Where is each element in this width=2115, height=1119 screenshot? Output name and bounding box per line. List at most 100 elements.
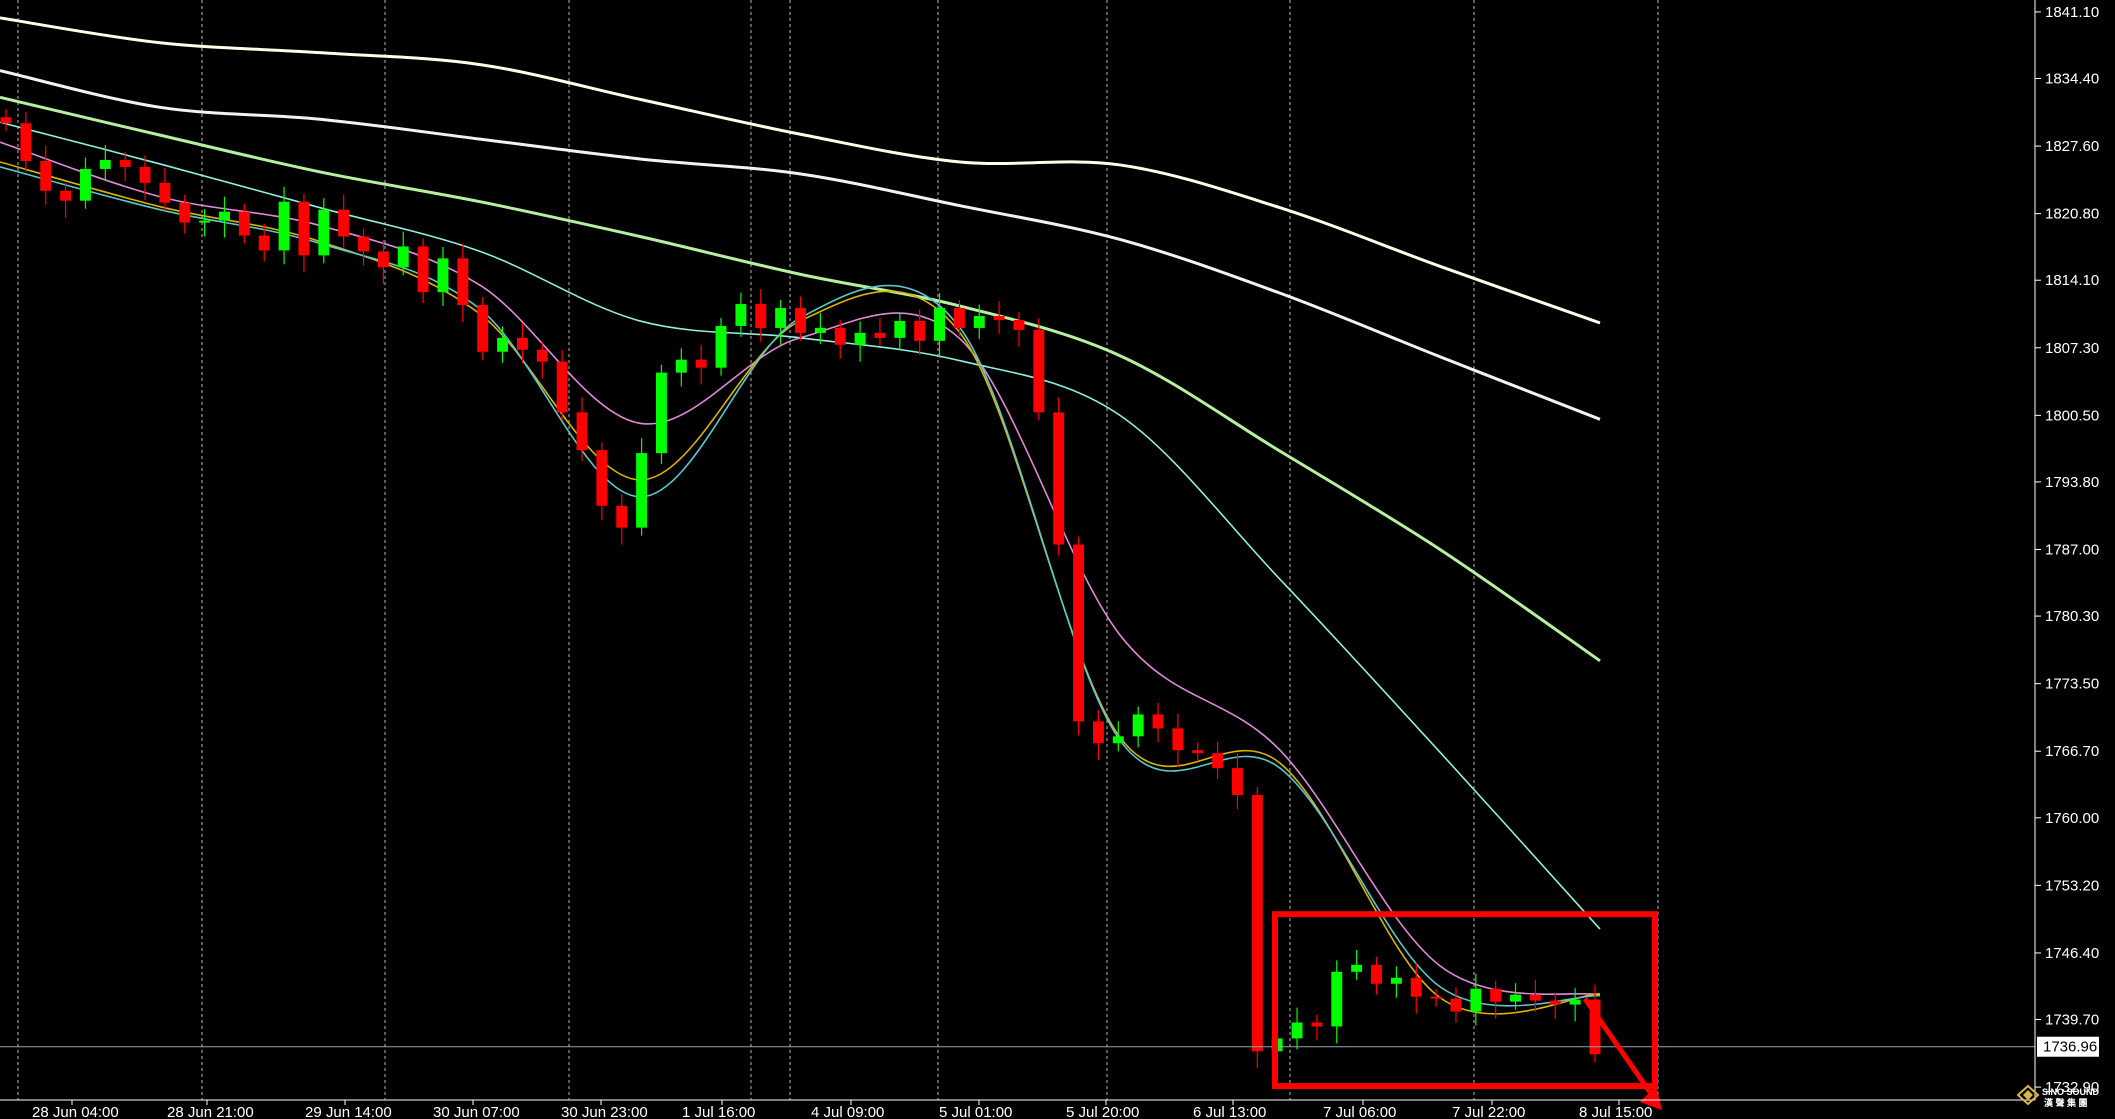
x-tick-label: 4 Jul 09:00 xyxy=(811,1104,884,1119)
x-tick-label: 8 Jul 15:00 xyxy=(1579,1104,1652,1119)
candle-body xyxy=(1251,794,1263,1052)
candle-body xyxy=(159,182,171,203)
candle-body xyxy=(1073,544,1085,722)
candle-body xyxy=(258,235,270,251)
candle-body xyxy=(377,251,389,268)
candle-body xyxy=(1510,994,1522,1002)
candle-body xyxy=(536,349,548,362)
y-tick-label: 1841.10 xyxy=(2045,4,2099,21)
candle-body xyxy=(1013,319,1025,330)
candle-body xyxy=(894,320,906,338)
candle-body xyxy=(1132,714,1144,737)
candle-body xyxy=(735,304,747,326)
candle-body xyxy=(556,361,568,413)
x-tick-label: 28 Jun 04:00 xyxy=(32,1104,119,1119)
y-tick-label: 1800.50 xyxy=(2045,407,2099,424)
candle-body xyxy=(99,159,111,169)
candle-body xyxy=(953,308,965,328)
candle-body xyxy=(338,209,350,237)
y-tick-label: 1739.70 xyxy=(2045,1012,2099,1029)
y-tick-label: 1820.80 xyxy=(2045,206,2099,223)
x-tick-label: 7 Jul 06:00 xyxy=(1323,1104,1396,1119)
candle-body xyxy=(179,202,191,223)
candle-body xyxy=(1053,412,1065,545)
y-tick-label: 1766.70 xyxy=(2045,743,2099,760)
x-tick-label: 29 Jun 14:00 xyxy=(305,1104,392,1119)
candle-body xyxy=(814,327,826,333)
x-tick-label: 5 Jul 20:00 xyxy=(1066,1104,1139,1119)
candle-body xyxy=(1351,964,1363,972)
watermark-brand: SINO SOUND xyxy=(2042,1087,2100,1097)
candle-body xyxy=(715,325,727,368)
candle-body xyxy=(79,168,91,201)
candle-body xyxy=(1331,971,1343,1027)
candle-body xyxy=(1549,1000,1561,1005)
x-tick-label: 5 Jul 01:00 xyxy=(939,1104,1012,1119)
candle-body xyxy=(457,258,469,306)
candle-body xyxy=(636,453,648,528)
candle-body xyxy=(358,236,369,252)
candle-body xyxy=(139,166,151,183)
candle-body xyxy=(1529,994,1541,1001)
candle-body xyxy=(795,308,806,333)
candle-body xyxy=(60,190,72,201)
chart-background xyxy=(0,0,2115,1119)
candle-body xyxy=(1371,964,1382,984)
candle-body xyxy=(675,359,687,373)
candle-body xyxy=(1450,998,1462,1012)
candle-body xyxy=(1112,736,1124,744)
x-tick-label: 7 Jul 22:00 xyxy=(1452,1104,1525,1119)
candle-body xyxy=(238,211,250,236)
x-tick-label: 1 Jul 16:00 xyxy=(682,1104,755,1119)
x-tick-label: 6 Jul 13:00 xyxy=(1193,1104,1266,1119)
candle-body xyxy=(656,372,667,454)
candle-body xyxy=(20,123,32,161)
candle-body xyxy=(278,201,290,251)
candle-body xyxy=(1092,721,1104,744)
chart-canvas: 1841.10 1834.40 1827.60 1820.80 1814.10 1807.… xyxy=(0,0,2115,1119)
candle-body xyxy=(1212,753,1224,769)
candle-body xyxy=(1490,988,1502,1002)
y-tick-label: 1807.30 xyxy=(2045,340,2099,357)
candle-body xyxy=(616,505,628,528)
candle-body xyxy=(874,332,886,338)
candle-body xyxy=(437,258,449,293)
candle-body xyxy=(1569,999,1581,1005)
candle-body xyxy=(1172,728,1184,751)
candle-body xyxy=(1430,996,1442,999)
y-tick-label: 1827.60 xyxy=(2045,138,2099,155)
candle-body xyxy=(993,315,1005,320)
candlestick-chart: 1841.10 1834.40 1827.60 1820.80 1814.10 1807.… xyxy=(0,0,2115,1119)
y-tick-label: 1746.40 xyxy=(2045,945,2099,962)
y-tick-label: 1787.00 xyxy=(2045,542,2099,559)
candle-body xyxy=(1192,750,1204,754)
y-tick-label: 1760.00 xyxy=(2045,810,2099,827)
candle-body xyxy=(40,160,52,191)
candle-body xyxy=(119,159,131,167)
candle-body xyxy=(1152,714,1164,729)
candle-body xyxy=(854,332,866,345)
candle-body xyxy=(1291,1022,1303,1039)
y-tick-label: 1793.80 xyxy=(2045,474,2099,491)
y-tick-label: 1780.30 xyxy=(2045,608,2099,625)
y-tick-label: 1773.50 xyxy=(2045,676,2099,693)
candle-body xyxy=(318,209,330,256)
candle-body xyxy=(199,220,211,223)
candle-body xyxy=(1470,988,1482,1012)
x-tick-label: 28 Jun 21:00 xyxy=(167,1104,254,1119)
y-tick-label: 1753.20 xyxy=(2045,877,2099,894)
candle-body xyxy=(298,201,310,256)
candle-body xyxy=(1232,768,1243,795)
candle-body xyxy=(934,308,945,341)
y-tick-label: 1834.40 xyxy=(2045,71,2099,88)
candle-body xyxy=(497,337,509,352)
current-price-label: 1736.96 xyxy=(2043,1039,2097,1056)
candle-body xyxy=(0,117,12,124)
candle-body xyxy=(576,412,588,451)
candle-body xyxy=(397,246,409,268)
candle-body xyxy=(1410,977,1422,997)
candle-body xyxy=(1033,329,1045,413)
candle-body xyxy=(775,308,787,328)
y-tick-label: 1814.10 xyxy=(2045,272,2099,289)
candle-body xyxy=(516,337,528,350)
